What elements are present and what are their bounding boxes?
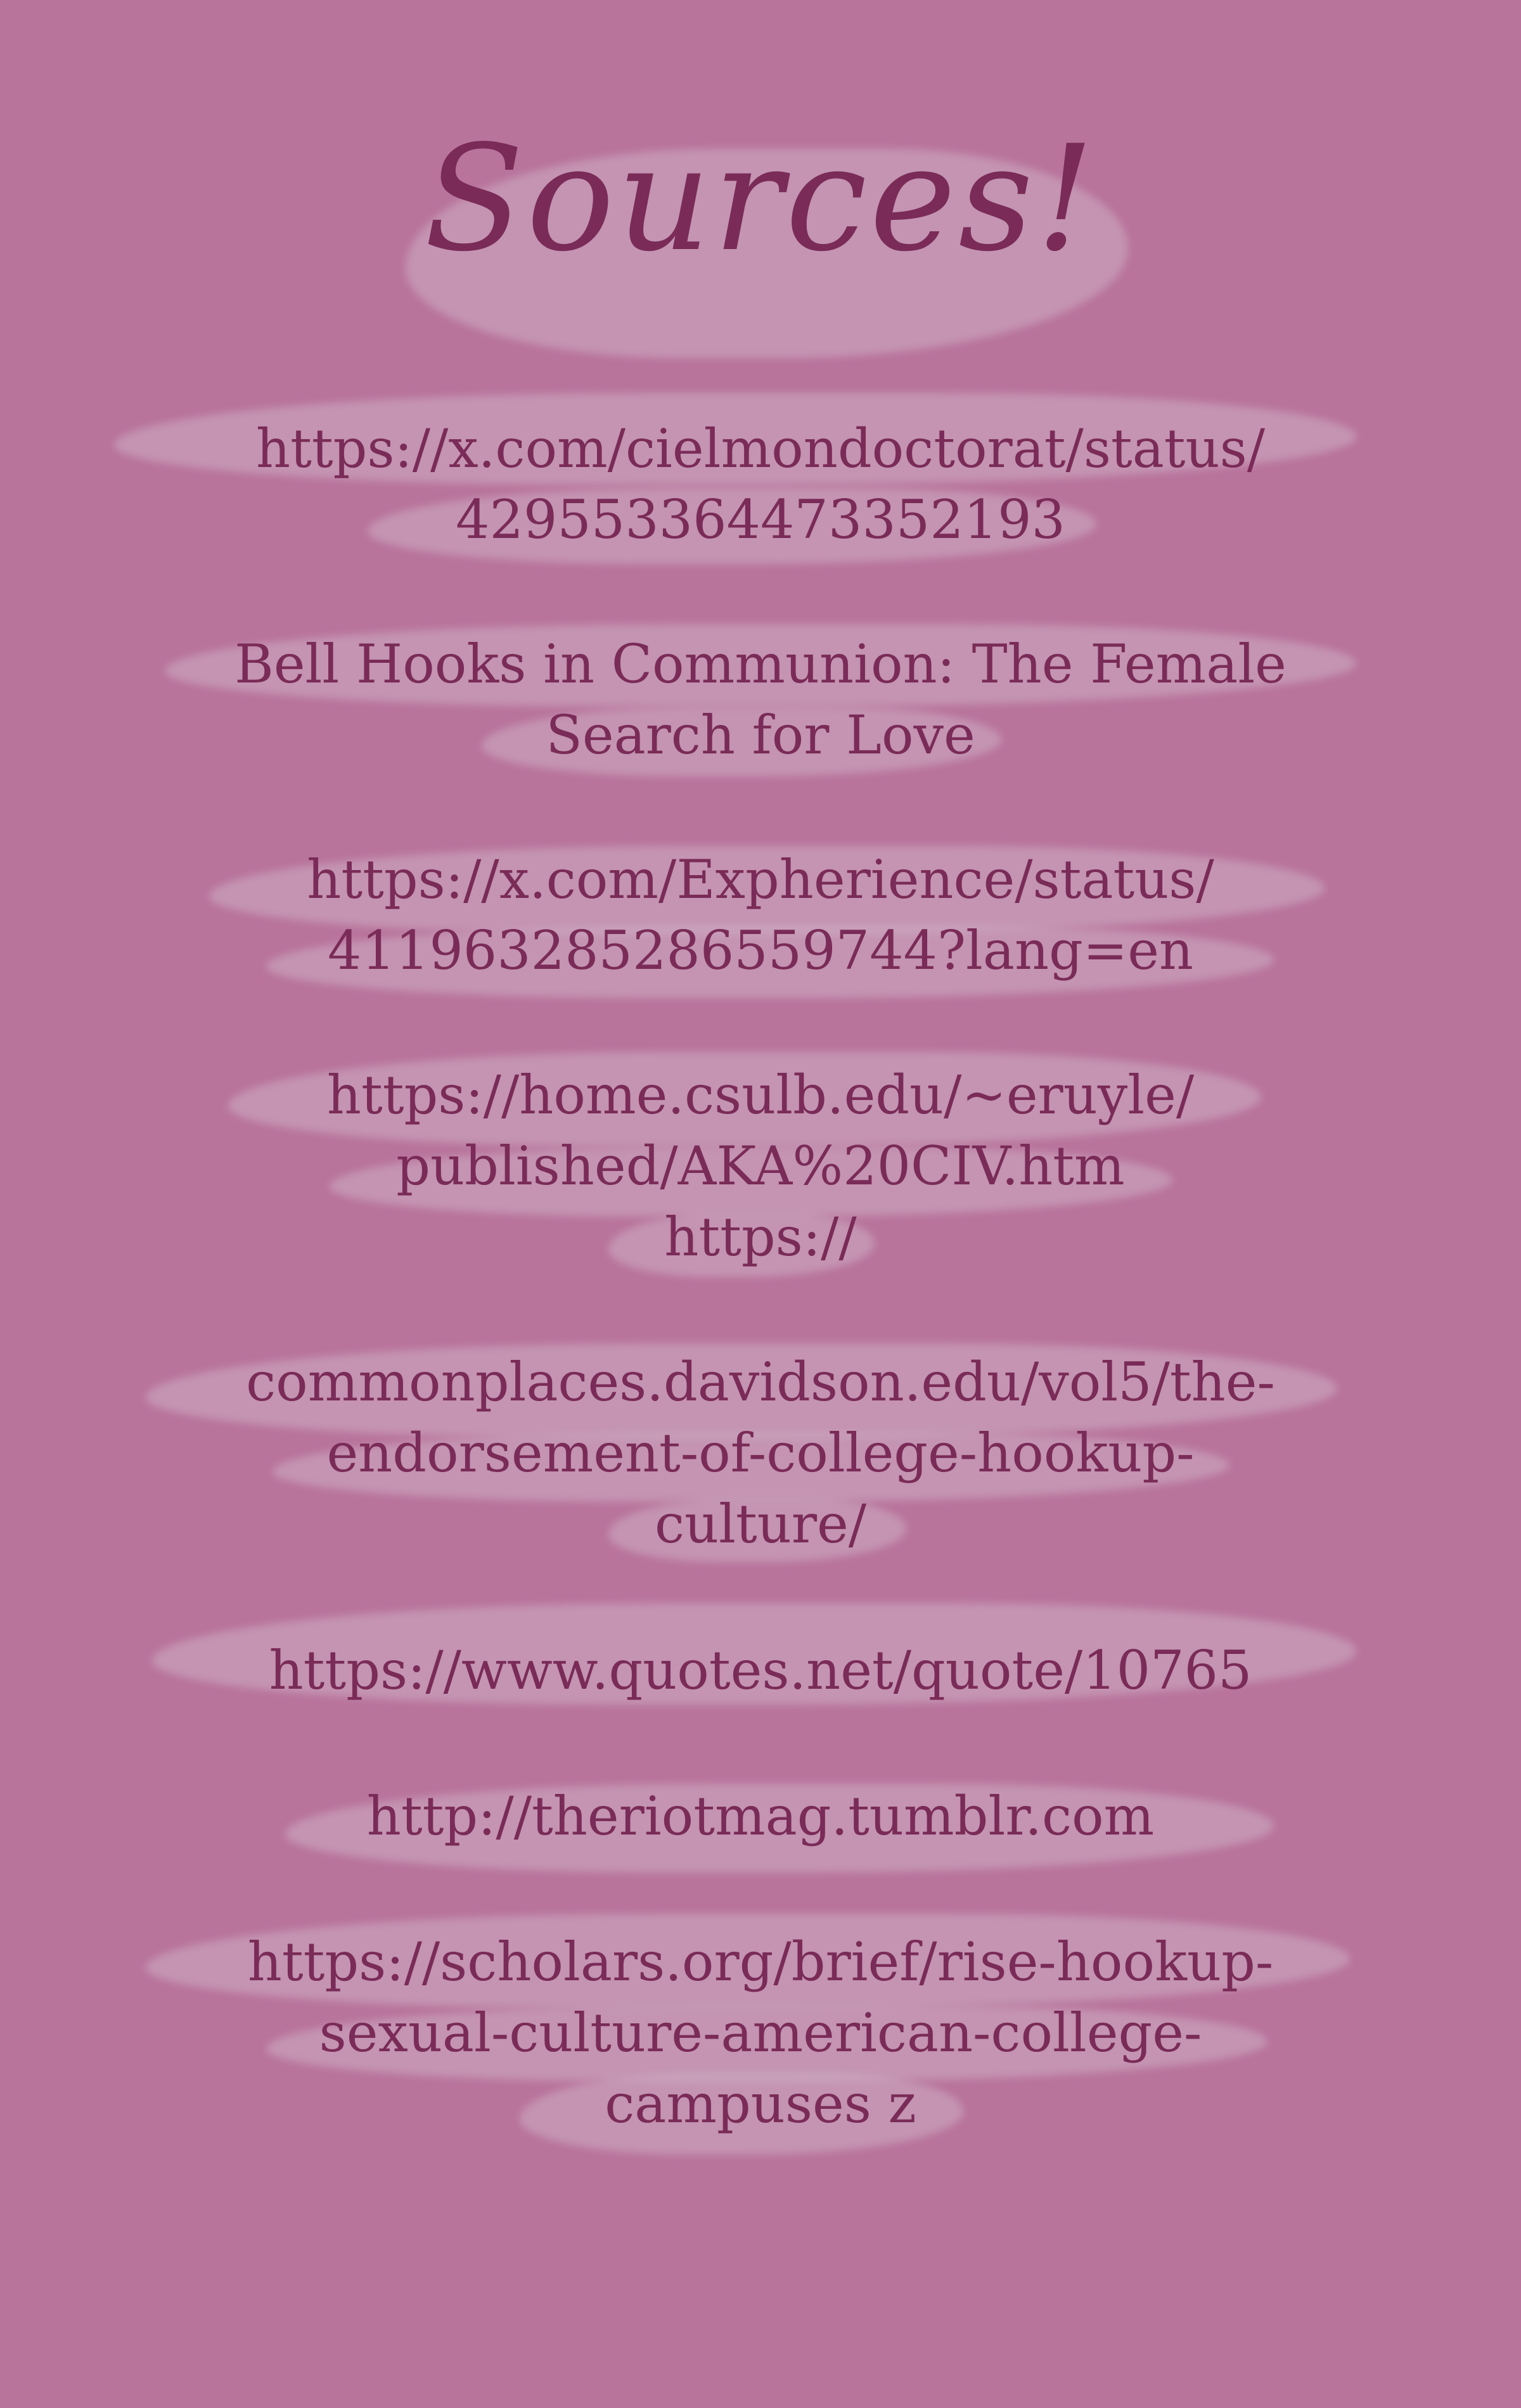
source-item[interactable]: https://home.csulb.edu/~eruyle/ publishe… <box>95 1060 1426 1272</box>
source-line: https://www.quotes.net/quote/10765 <box>269 1639 1252 1701</box>
source-item[interactable]: commonplaces.davidson.edu/vol5/the- endo… <box>95 1347 1426 1559</box>
source-line: https://x.com/cielmondoctorat/status/ <box>255 418 1266 480</box>
source-line: 411963285286559744?lang=en <box>327 919 1194 982</box>
source-line: endorsement-of-college-hookup- <box>326 1422 1195 1484</box>
source-item[interactable]: https://x.com/cielmondoctorat/status/ 42… <box>95 413 1426 555</box>
source-line: campuses z <box>605 2073 916 2135</box>
source-line: http://theriotmag.tumblr.com <box>366 1785 1155 1847</box>
source-item[interactable]: http://theriotmag.tumblr.com <box>95 1781 1426 1852</box>
source-line: commonplaces.davidson.edu/vol5/the- <box>246 1351 1275 1413</box>
source-item[interactable]: https://www.quotes.net/quote/10765 <box>95 1635 1426 1706</box>
source-line: https:// <box>664 1206 857 1268</box>
page-title: Sources! <box>424 115 1097 284</box>
source-line: published/AKA%20CIV.htm <box>396 1135 1125 1197</box>
sources-page: Sources! https://x.com/cielmondoctorat/s… <box>0 0 1521 2408</box>
source-line: 429553364473352193 <box>456 489 1065 551</box>
source-line: https://scholars.org/brief/rise-hookup- <box>247 1931 1274 1993</box>
source-line: culture/ <box>654 1493 867 1555</box>
source-line: https://x.com/Expherience/status/ <box>307 849 1214 911</box>
source-item: Bell Hooks in Communion: The Female Sear… <box>95 629 1426 771</box>
source-line: https://home.csulb.edu/~eruyle/ <box>326 1064 1195 1126</box>
source-line: Search for Love <box>546 704 975 766</box>
source-line: sexual-culture-american-college- <box>319 2002 1202 2064</box>
source-line: Bell Hooks in Communion: The Female <box>234 633 1287 695</box>
source-item[interactable]: https://x.com/Expherience/status/ 411963… <box>95 844 1426 986</box>
source-item[interactable]: https://scholars.org/brief/rise-hookup- … <box>95 1926 1426 2139</box>
